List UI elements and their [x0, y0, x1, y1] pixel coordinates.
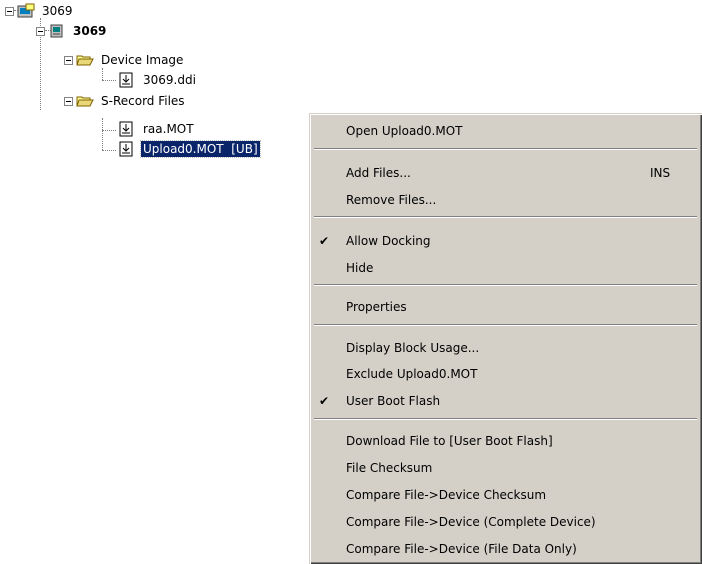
menu-item-allow-docking[interactable]: ✔ Allow Docking: [313, 230, 698, 252]
checkmark-icon: ✔: [318, 234, 330, 248]
menu-item-label: Open Upload0.MOT: [346, 124, 463, 138]
menu-item-download-file[interactable]: Download File to [User Boot Flash]: [313, 430, 698, 452]
menu-item-label: Remove Files...: [346, 193, 437, 207]
tree-line: [102, 80, 116, 81]
tree-node-upload0-mot[interactable]: Upload0.MOT [UB]: [118, 140, 261, 158]
workspace-icon: [17, 3, 35, 19]
folder-open-icon: [76, 93, 94, 109]
tree-label-root: 3069: [42, 4, 73, 18]
menu-item-open[interactable]: Open Upload0.MOT: [313, 120, 698, 142]
tree-label-ddi-file: 3069.ddi: [143, 73, 196, 87]
menu-item-label: Add Files...: [346, 166, 411, 180]
menu-item-add-files[interactable]: Add Files... INS: [313, 162, 698, 184]
collapse-toggle-icon[interactable]: [64, 55, 73, 65]
menu-item-compare-complete[interactable]: Compare File->Device (Complete Device): [313, 511, 698, 533]
menu-item-user-boot-flash[interactable]: ✔ User Boot Flash: [313, 390, 698, 412]
file-download-icon: [118, 72, 136, 88]
menu-item-label: Download File to [User Boot Flash]: [346, 434, 553, 448]
tree-node-srecord-files[interactable]: S-Record Files: [64, 92, 187, 110]
menu-separator: [314, 324, 697, 326]
menu-separator: [314, 148, 697, 150]
menu-item-exclude[interactable]: Exclude Upload0.MOT: [313, 363, 698, 385]
context-menu: Open Upload0.MOT Add Files... INS Remove…: [309, 113, 702, 564]
menu-item-label: Allow Docking: [346, 234, 431, 248]
tree-node-raa-mot[interactable]: raa.MOT: [118, 120, 196, 138]
collapse-toggle-icon[interactable]: [64, 96, 73, 106]
menu-item-label: File Checksum: [346, 461, 433, 475]
menu-item-label: Display Block Usage...: [346, 341, 480, 355]
tree-node-device-image[interactable]: Device Image: [64, 51, 185, 69]
tree-node-device[interactable]: 3069: [36, 22, 108, 40]
menu-item-label: User Boot Flash: [346, 394, 441, 408]
menu-item-label: Exclude Upload0.MOT: [346, 367, 478, 381]
device-icon: [48, 23, 66, 39]
tree-node-ddi-file[interactable]: 3069.ddi: [118, 71, 198, 89]
tree-line: [102, 118, 103, 150]
menu-item-hide[interactable]: Hide: [313, 257, 698, 279]
menu-item-compare-file-data[interactable]: Compare File->Device (File Data Only): [313, 538, 698, 560]
menu-separator: [314, 284, 697, 286]
collapse-toggle-icon[interactable]: [5, 6, 14, 16]
folder-open-icon: [76, 52, 94, 68]
tree-node-root[interactable]: 3069: [5, 2, 75, 20]
menu-item-shortcut: INS: [650, 166, 671, 180]
menu-separator: [314, 216, 697, 218]
tree-label-device-image: Device Image: [101, 53, 184, 67]
menu-item-label: Properties: [346, 300, 407, 314]
menu-item-display-block-usage[interactable]: Display Block Usage...: [313, 337, 698, 359]
menu-item-compare-checksum[interactable]: Compare File->Device Checksum: [313, 484, 698, 506]
tree-label-raa-mot: raa.MOT: [143, 122, 194, 136]
tree-line: [102, 150, 116, 151]
menu-item-label: Compare File->Device (Complete Device): [346, 515, 596, 529]
checkmark-icon: ✔: [318, 394, 330, 408]
tree-label-device: 3069: [73, 24, 107, 38]
tree-label-upload0-mot: Upload0.MOT [UB]: [140, 140, 261, 158]
menu-item-remove-files[interactable]: Remove Files...: [313, 189, 698, 211]
menu-item-label: Compare File->Device (File Data Only): [346, 542, 577, 556]
tree-line: [102, 68, 103, 80]
menu-item-label: Hide: [346, 261, 374, 275]
tree-label-srecord-files: S-Record Files: [101, 94, 185, 108]
file-download-icon: [118, 141, 136, 157]
menu-separator: [314, 418, 697, 420]
menu-item-properties[interactable]: Properties: [313, 296, 698, 318]
workspace-tree: 3069 3069 Device Image 3069.ddi S-Record…: [0, 0, 300, 180]
collapse-toggle-icon[interactable]: [36, 26, 45, 36]
tree-line: [102, 130, 116, 131]
menu-item-file-checksum[interactable]: File Checksum: [313, 457, 698, 479]
file-download-icon: [118, 121, 136, 137]
menu-item-label: Compare File->Device Checksum: [346, 488, 547, 502]
